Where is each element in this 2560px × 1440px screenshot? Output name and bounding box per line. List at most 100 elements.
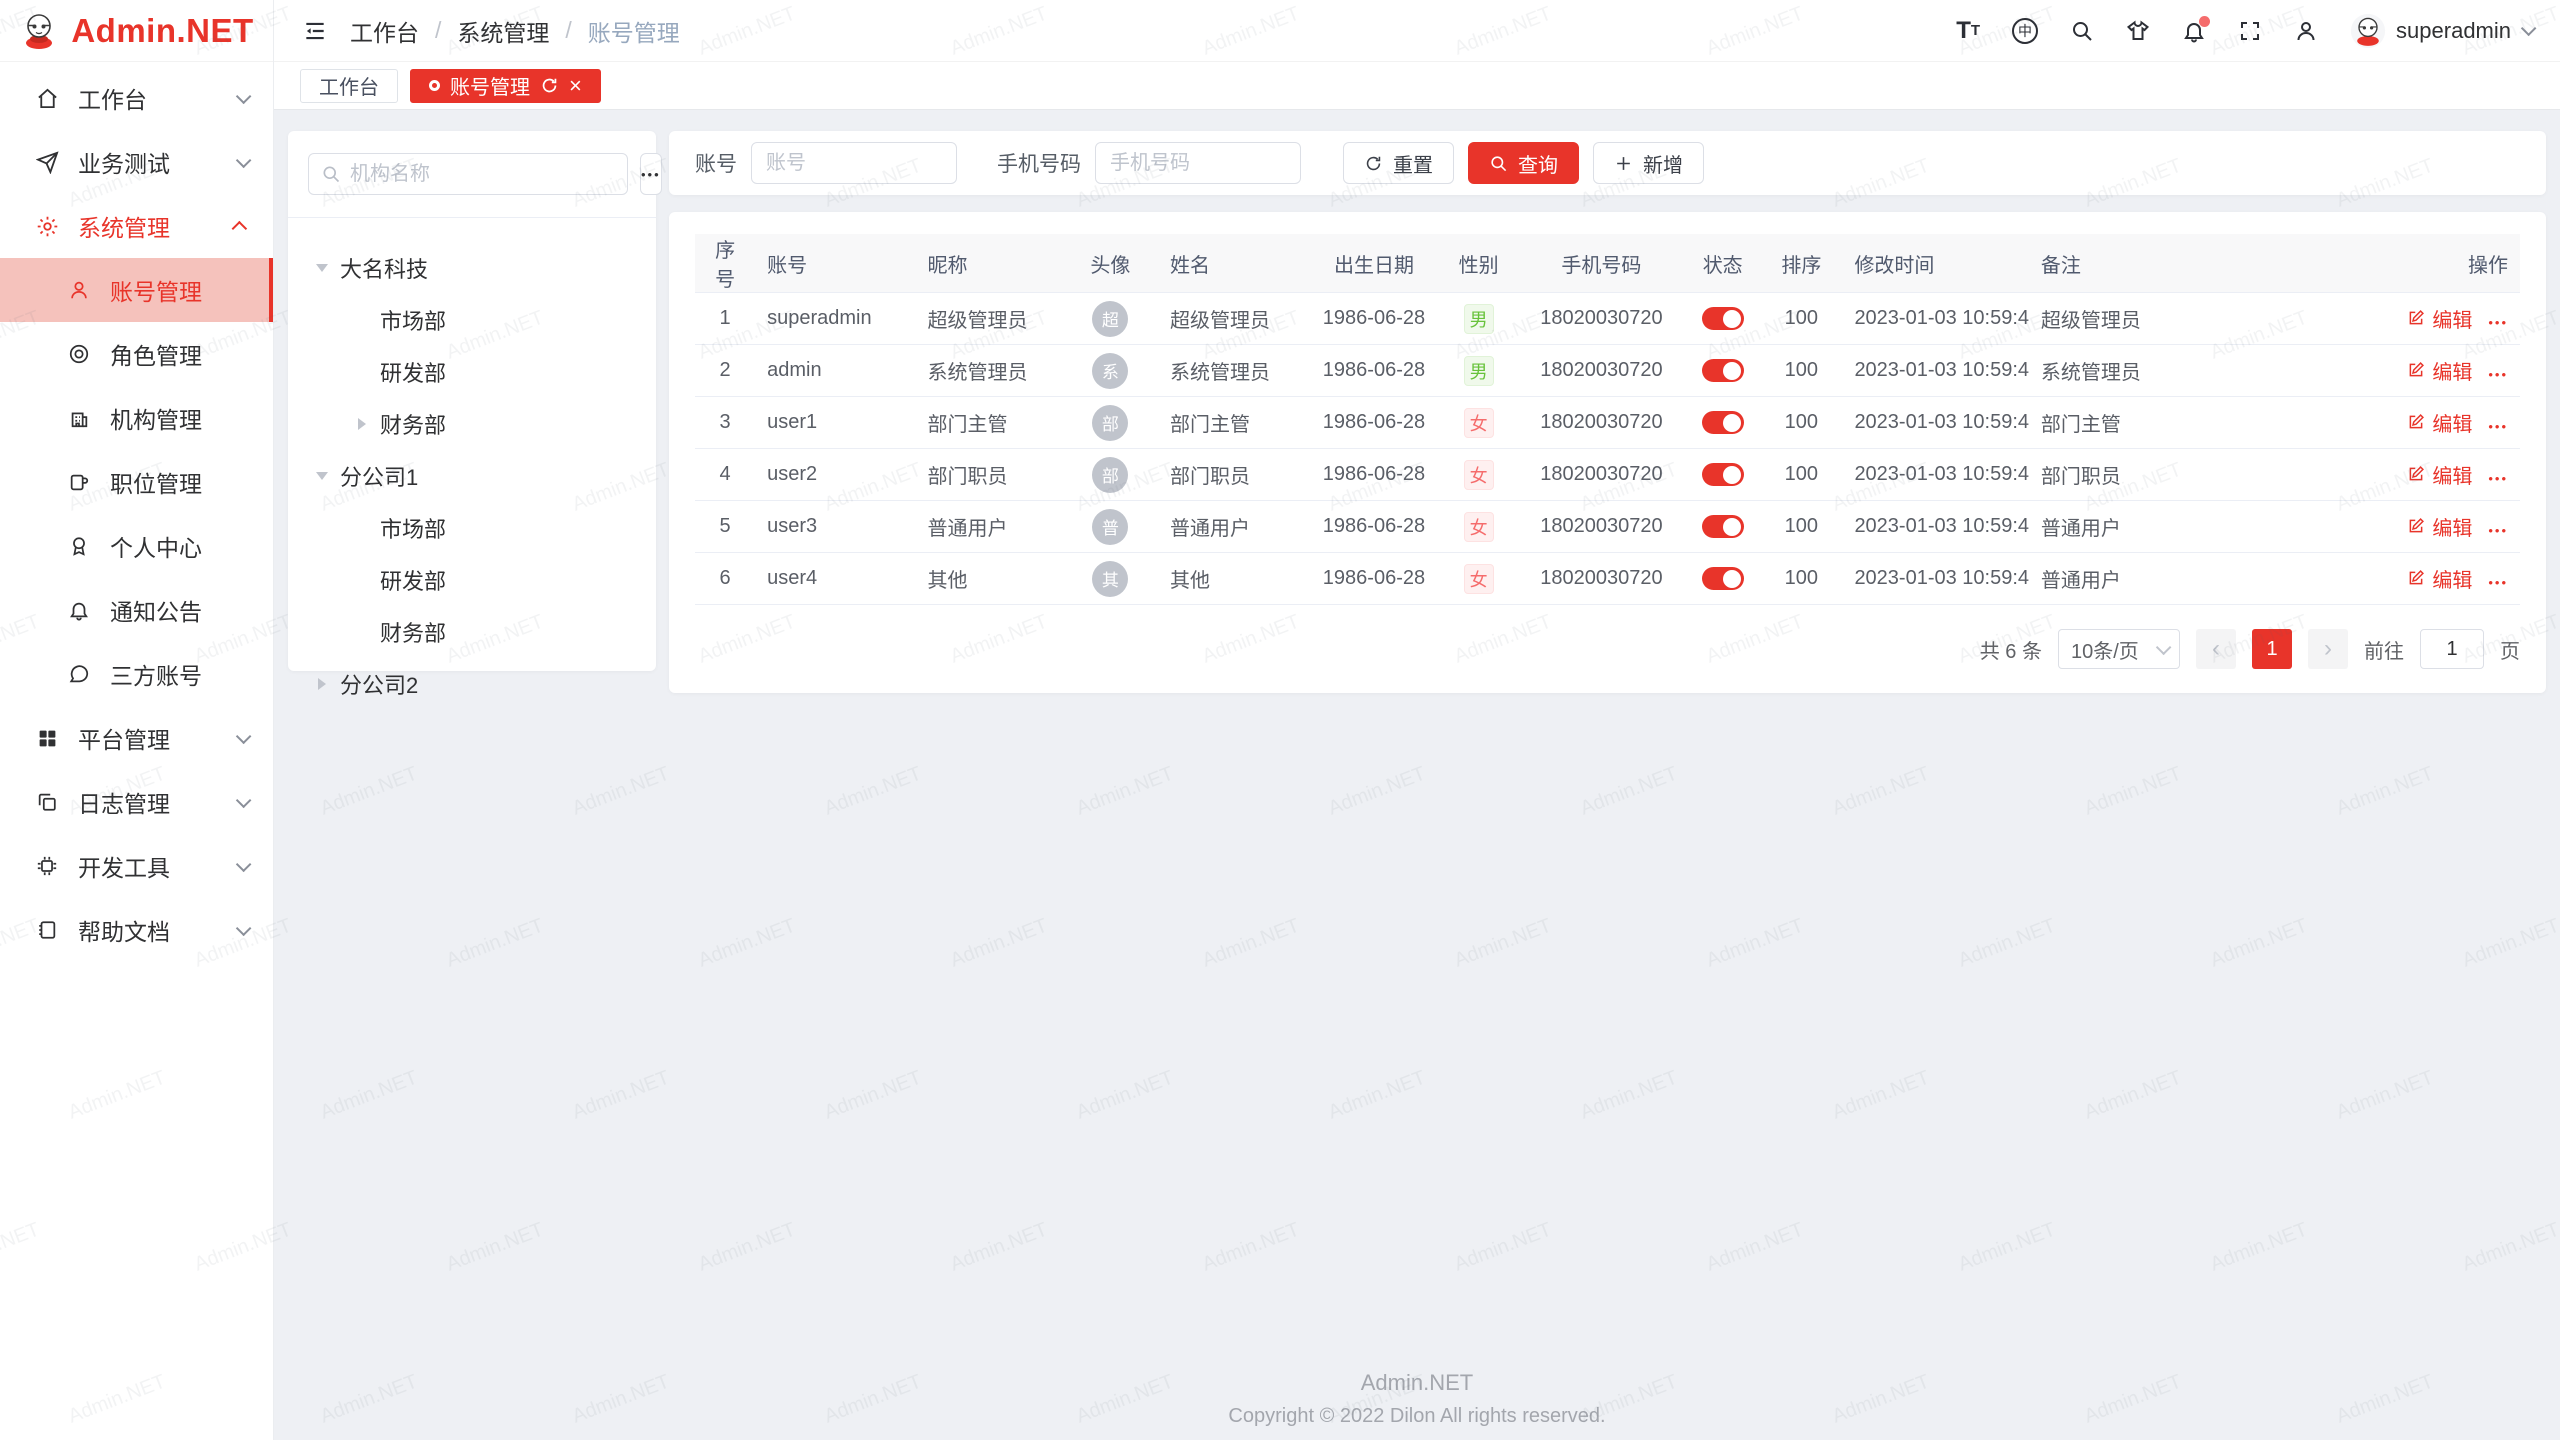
reset-button[interactable]: 重置 xyxy=(1343,142,1454,184)
user-icon xyxy=(66,279,92,301)
caret-right-icon[interactable] xyxy=(358,418,366,430)
sidebar-item-system-management[interactable]: 系统管理 xyxy=(0,194,273,258)
tree-more-button[interactable] xyxy=(640,153,662,195)
caret-down-icon[interactable] xyxy=(316,472,328,480)
status-toggle[interactable] xyxy=(1702,307,1744,330)
sidebar-item-log-management[interactable]: 日志管理 xyxy=(0,770,273,834)
fullscreen-icon[interactable] xyxy=(2238,19,2262,43)
page-size-select[interactable]: 10条/页 xyxy=(2058,629,2180,669)
col-index: 序号 xyxy=(695,234,755,293)
chevron-down-icon xyxy=(236,792,252,808)
breadcrumb-item-current: 账号管理 xyxy=(588,14,680,48)
breadcrumb-item[interactable]: 系统管理 xyxy=(457,14,549,48)
prev-page-button[interactable]: ‹ xyxy=(2196,629,2236,669)
search-icon[interactable] xyxy=(2070,19,2094,43)
sidebar-item-third-party-account[interactable]: 三方账号 xyxy=(0,642,273,706)
tree-node[interactable]: 大名科技 xyxy=(308,242,636,294)
account-filter-input[interactable] xyxy=(751,142,957,184)
tree-node[interactable]: 分公司1 xyxy=(308,450,636,502)
language-icon[interactable]: 中 xyxy=(2012,18,2038,44)
tab-workbench[interactable]: 工作台 xyxy=(300,69,398,103)
sidebar-item-role-management[interactable]: 角色管理 xyxy=(0,322,273,386)
more-actions-button[interactable] xyxy=(2488,367,2508,382)
status-toggle[interactable] xyxy=(1702,359,1744,382)
table-header-row: 序号 账号 昵称 头像 姓名 出生日期 性别 手机号码 状态 排序 修改时间 xyxy=(695,234,2520,293)
status-toggle[interactable] xyxy=(1702,411,1744,434)
more-actions-button[interactable] xyxy=(2488,575,2508,590)
profile-icon[interactable] xyxy=(2294,19,2318,43)
chevron-down-icon xyxy=(236,920,252,936)
filter-bar: 账号 手机号码 重置 查询 xyxy=(669,131,2546,195)
theme-icon[interactable] xyxy=(2126,19,2150,43)
collapse-sidebar-icon[interactable] xyxy=(302,18,328,44)
more-actions-button[interactable] xyxy=(2488,523,2508,538)
edit-button[interactable]: 编辑 xyxy=(2407,512,2472,541)
next-page-button[interactable]: › xyxy=(2308,629,2348,669)
app-title: Admin.NET xyxy=(71,12,253,50)
org-search-input[interactable] xyxy=(350,163,615,186)
user-menu[interactable]: superadmin xyxy=(2350,13,2532,49)
status-toggle[interactable] xyxy=(1702,463,1744,486)
mascot-logo-icon xyxy=(19,11,59,51)
tree-node[interactable]: 市场部 xyxy=(308,294,636,346)
goto-page-input[interactable] xyxy=(2420,629,2484,669)
sidebar-item-dev-tools[interactable]: 开发工具 xyxy=(0,834,273,898)
tree-node[interactable]: 研发部 xyxy=(308,554,636,606)
sidebar-item-notice[interactable]: 通知公告 xyxy=(0,578,273,642)
tree-node-label: 研发部 xyxy=(380,564,446,596)
page-number-button[interactable]: 1 xyxy=(2252,629,2292,669)
col-nickname: 昵称 xyxy=(915,234,1062,293)
breadcrumb-item[interactable]: 工作台 xyxy=(350,14,419,48)
query-button[interactable]: 查询 xyxy=(1468,142,1579,184)
tree-node[interactable]: 分公司2 xyxy=(308,658,636,710)
phone-filter-input[interactable] xyxy=(1095,142,1301,184)
sidebar-item-label: 系统管理 xyxy=(78,209,236,243)
tree-node[interactable]: 财务部 xyxy=(308,398,636,450)
more-actions-button[interactable] xyxy=(2488,471,2508,486)
sidebar-item-account-management[interactable]: 账号管理 xyxy=(0,258,273,322)
sidebar-item-label: 开发工具 xyxy=(78,849,236,883)
sidebar-item-position-management[interactable]: 职位管理 xyxy=(0,450,273,514)
add-button[interactable]: 新增 xyxy=(1593,142,1704,184)
sidebar-item-platform-management[interactable]: 平台管理 xyxy=(0,706,273,770)
sidebar-item-personal-center[interactable]: 个人中心 xyxy=(0,514,273,578)
divider xyxy=(288,217,656,218)
page-footer: Admin.NET Copyright © 2022 Dilon All rig… xyxy=(274,1370,2560,1428)
tab-account-management[interactable]: 账号管理 × xyxy=(410,69,601,103)
search-icon xyxy=(321,164,341,184)
search-icon xyxy=(1489,154,1508,173)
status-toggle[interactable] xyxy=(1702,515,1744,538)
caret-placeholder xyxy=(358,314,366,326)
more-actions-button[interactable] xyxy=(2488,315,2508,330)
accounts-table: 序号 账号 昵称 头像 姓名 出生日期 性别 手机号码 状态 排序 修改时间 xyxy=(695,234,2520,605)
cpu-icon xyxy=(34,855,60,877)
edit-button[interactable]: 编辑 xyxy=(2407,460,2472,489)
chat-icon xyxy=(66,663,92,685)
sidebar-item-business-test[interactable]: 业务测试 xyxy=(0,130,273,194)
status-toggle[interactable] xyxy=(1702,567,1744,590)
caret-down-icon[interactable] xyxy=(316,264,328,272)
sidebar-item-org-management[interactable]: 机构管理 xyxy=(0,386,273,450)
sidebar-item-workbench[interactable]: 工作台 xyxy=(0,66,273,130)
tree-node[interactable]: 研发部 xyxy=(308,346,636,398)
plus-icon xyxy=(1614,154,1633,173)
edit-button[interactable]: 编辑 xyxy=(2407,408,2472,437)
tree-node[interactable]: 市场部 xyxy=(308,502,636,554)
table-row: 6 user4 其他 其 其他 1986-06-28 女 18020030720… xyxy=(695,553,2520,605)
edit-button[interactable]: 编辑 xyxy=(2407,564,2472,593)
sidebar-item-help-docs[interactable]: 帮助文档 xyxy=(0,898,273,962)
edit-button[interactable]: 编辑 xyxy=(2407,304,2472,333)
table-row: 4 user2 部门职员 部 部门职员 1986-06-28 女 1802003… xyxy=(695,449,2520,501)
chevron-down-icon xyxy=(2156,639,2172,655)
refresh-icon[interactable] xyxy=(540,76,559,95)
caret-placeholder xyxy=(358,626,366,638)
close-icon[interactable]: × xyxy=(569,75,582,97)
edit-button[interactable]: 编辑 xyxy=(2407,356,2472,385)
col-phone: 手机号码 xyxy=(1518,234,1685,293)
more-actions-button[interactable] xyxy=(2488,419,2508,434)
notification-icon[interactable] xyxy=(2182,19,2206,43)
sidebar-submenu: 账号管理 角色管理 机构管理 xyxy=(0,258,273,706)
font-size-icon[interactable]: TT xyxy=(1956,17,1980,45)
caret-right-icon[interactable] xyxy=(318,678,326,690)
tree-node[interactable]: 财务部 xyxy=(308,606,636,658)
